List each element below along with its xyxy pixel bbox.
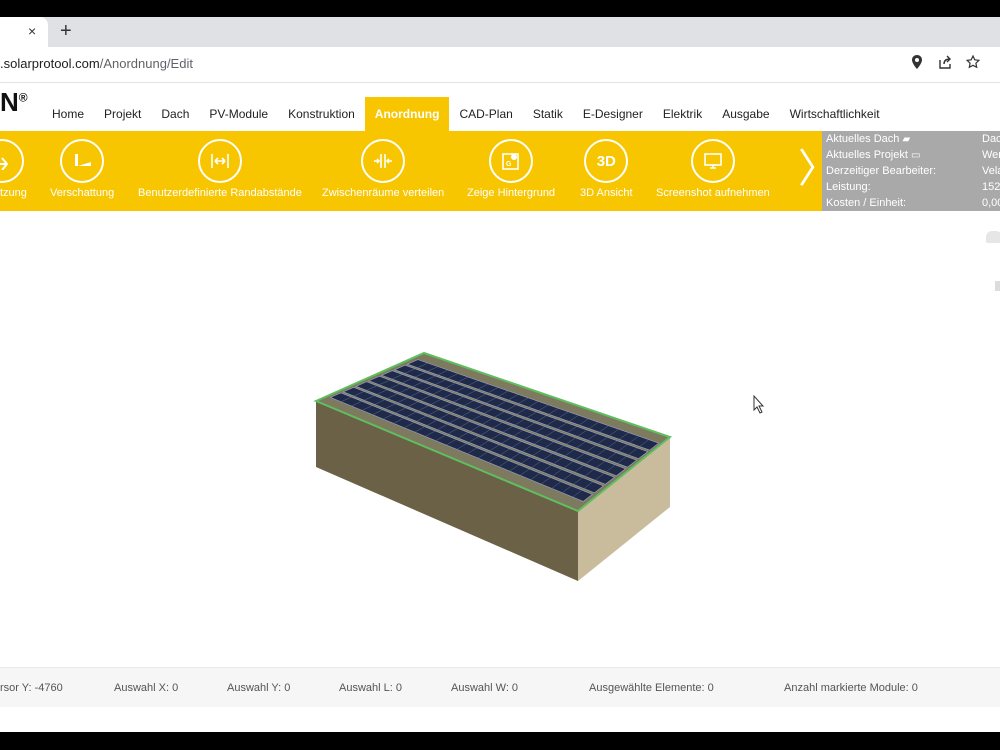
monitor-icon	[690, 139, 735, 183]
mouse-cursor-icon	[753, 394, 765, 414]
3d-viewport[interactable]	[0, 211, 1000, 667]
nav-home[interactable]: Home	[42, 97, 94, 131]
nav-ausgabe[interactable]: Ausgabe	[712, 97, 779, 131]
building-model[interactable]	[0, 211, 1000, 667]
info-panel: Aktuelles Dach ▰ Dac Aktuelles Projekt ▭…	[822, 131, 1000, 211]
info-current-roof-value: Dac	[982, 133, 1000, 145]
toolbar-ribbon: tzung Verschattung Benutzerdefinierte Ra…	[0, 131, 838, 211]
3d-view-button[interactable]: 3D 3D Ansicht	[580, 139, 633, 199]
app-header: N® Home Projekt Dach PV-Module Konstrukt…	[0, 83, 1000, 131]
status-cursor-y: rsor Y: -4760	[0, 682, 63, 694]
spacing-button[interactable]: Zwischenräume verteilen	[322, 139, 444, 199]
nav-anordnung[interactable]: Anordnung	[364, 97, 450, 131]
info-current-project-label: Aktuelles Projekt ▭	[826, 149, 921, 161]
ribbon-label-0: tzung	[0, 187, 27, 199]
nav-projekt[interactable]: Projekt	[94, 97, 151, 131]
share-icon[interactable]	[936, 55, 954, 73]
status-selection-x: Auswahl X: 0	[114, 682, 179, 694]
nav-wirtschaftlichkeit[interactable]: Wirtschaftlichkeit	[780, 97, 890, 131]
status-selection-l: Auswahl L: 0	[339, 682, 402, 694]
screenshot-button[interactable]: Screenshot aufnehmen	[656, 139, 770, 199]
browser-window: × + .solarprotool.com/Anordnung/Edit N® …	[0, 17, 1000, 732]
info-power-label: Leistung:	[826, 181, 871, 193]
status-selection-w: Auswahl W: 0	[451, 682, 519, 694]
margins-label: Benutzerdefinierte Randabstände	[138, 187, 302, 199]
url-text[interactable]: .solarprotool.com/Anordnung/Edit	[0, 56, 193, 71]
info-power-value: 152	[982, 181, 1000, 193]
background-label: Zeige Hintergrund	[467, 187, 556, 199]
address-bar[interactable]: .solarprotool.com/Anordnung/Edit	[0, 47, 1000, 83]
info-editor-value: Vela	[982, 165, 1000, 177]
nav-statik[interactable]: Statik	[523, 97, 573, 131]
info-current-project-value: Wer	[982, 149, 1000, 161]
status-bar: rsor Y: -4760 Auswahl X: 0 Auswahl Y: 0 …	[0, 667, 1000, 707]
screen-frame: × + .solarprotool.com/Anordnung/Edit N® …	[0, 0, 1000, 750]
nav-e-designer[interactable]: E-Designer	[573, 97, 653, 131]
status-marked-modules: Anzahl markierte Module: 0	[784, 682, 918, 694]
info-current-roof-label: Aktuelles Dach ▰	[826, 133, 911, 145]
view-cube-icon[interactable]	[986, 231, 1000, 243]
shading-icon	[60, 139, 105, 183]
logo-mark: ®	[18, 90, 28, 105]
info-cost-value: 0,00	[982, 197, 1000, 209]
url-host: .solarprotool.com	[0, 56, 100, 71]
ribbon-button-0[interactable]: tzung	[0, 139, 27, 199]
logo-text: N	[0, 87, 19, 117]
spacing-label: Zwischenräume verteilen	[322, 187, 445, 199]
background-button[interactable]: G Zeige Hintergrund	[467, 139, 555, 199]
project-icon: ▭	[911, 150, 921, 161]
shading-label: Verschattung	[50, 187, 115, 199]
nav-pv-module[interactable]: PV-Module	[199, 97, 278, 131]
main-nav: Home Projekt Dach PV-Module Konstruktion…	[42, 97, 890, 131]
browser-tab[interactable]: ×	[0, 17, 48, 47]
nav-dach[interactable]: Dach	[151, 97, 199, 131]
nav-cad-plan[interactable]: CAD-Plan	[449, 97, 522, 131]
margins-button[interactable]: Benutzerdefinierte Randabstände	[138, 139, 302, 199]
arrow-icon	[0, 139, 25, 183]
3d-view-label: 3D Ansicht	[580, 187, 633, 199]
location-icon[interactable]	[908, 55, 926, 73]
close-tab-icon[interactable]: ×	[28, 23, 36, 39]
status-selection-y: Auswahl Y: 0	[227, 682, 291, 694]
folder-icon: ▰	[902, 134, 911, 145]
tab-strip: × +	[0, 17, 1000, 47]
svg-text:G: G	[506, 161, 512, 168]
zoom-icon[interactable]	[995, 281, 1000, 291]
new-tab-icon[interactable]: +	[60, 20, 72, 43]
star-icon[interactable]	[964, 54, 982, 73]
screenshot-label: Screenshot aufnehmen	[656, 187, 770, 199]
status-selected-elements: Ausgewählte Elemente: 0	[589, 682, 714, 694]
spacing-icon	[361, 139, 406, 183]
background-icon: G	[489, 139, 534, 183]
3d-icon: 3D	[584, 139, 629, 183]
nav-konstruktion[interactable]: Konstruktion	[278, 97, 365, 131]
app-logo[interactable]: N®	[0, 87, 28, 118]
margin-icon	[197, 139, 242, 183]
shading-button[interactable]: Verschattung	[50, 139, 114, 199]
info-editor-label: Derzeitiger Bearbeiter:	[826, 165, 937, 177]
nav-elektrik[interactable]: Elektrik	[653, 97, 712, 131]
url-path: /Anordnung/Edit	[99, 56, 193, 71]
